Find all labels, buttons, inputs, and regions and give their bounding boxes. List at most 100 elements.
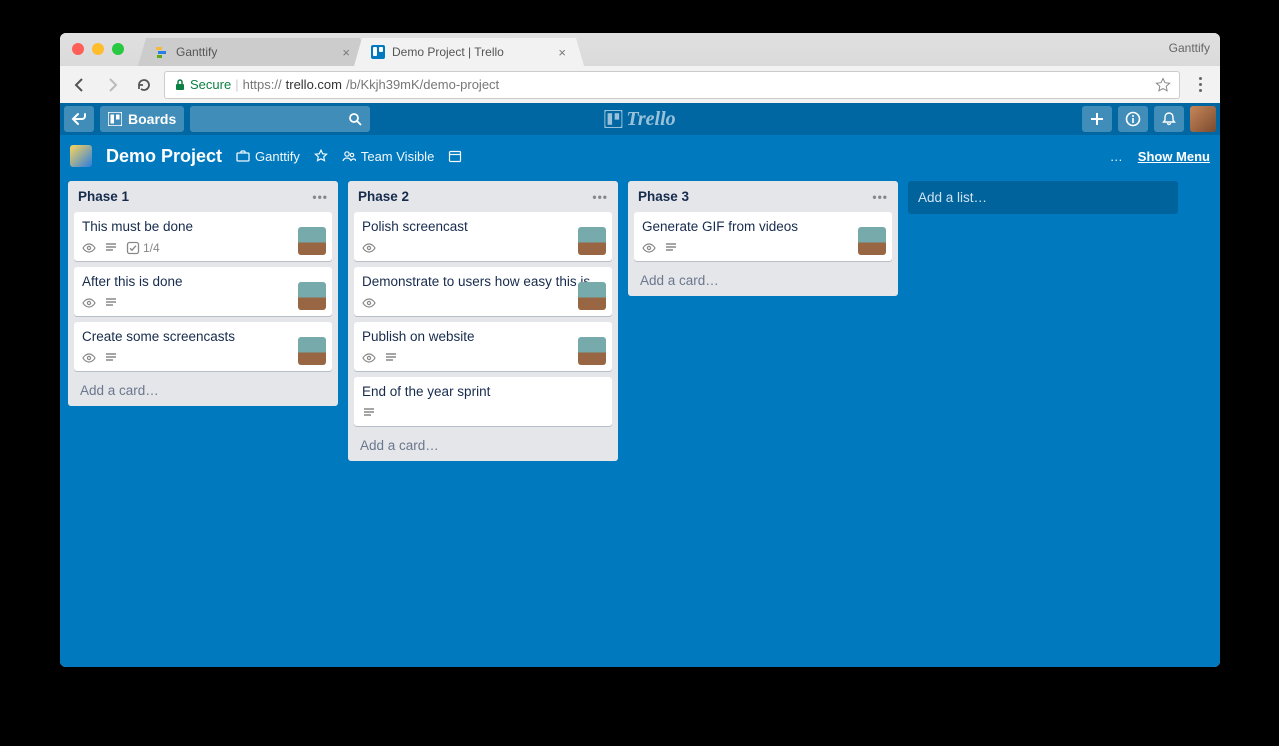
add-card-button[interactable]: Add a card… <box>634 267 892 290</box>
list-menu-button[interactable]: ••• <box>592 190 608 204</box>
account-avatar[interactable] <box>1190 106 1216 132</box>
people-icon <box>342 149 356 163</box>
description-icon <box>104 296 118 310</box>
url-path: /b/Kkjh39mK/demo-project <box>346 77 499 92</box>
board-title[interactable]: Demo Project <box>106 146 222 167</box>
card-title: Generate GIF from videos <box>642 219 884 234</box>
trello-logo-icon <box>604 110 622 128</box>
list: Phase 1••• This must be done1/4 After this… <box>68 181 338 406</box>
secure-text: Secure <box>190 77 231 92</box>
window-minimize-button[interactable] <box>92 43 104 55</box>
toolbar: Secure | https://trello.com/b/Kkjh39mK/d… <box>60 66 1220 103</box>
card[interactable]: This must be done1/4 <box>74 212 332 261</box>
add-card-button[interactable]: Add a card… <box>74 377 332 400</box>
card[interactable]: Generate GIF from videos <box>634 212 892 261</box>
show-menu-button[interactable]: Show Menu <box>1138 149 1210 164</box>
member-avatar[interactable] <box>578 282 606 310</box>
briefcase-icon <box>236 149 250 163</box>
profile-label[interactable]: Ganttify <box>1169 41 1210 55</box>
visibility-label: Team Visible <box>361 149 434 164</box>
window-maximize-button[interactable] <box>112 43 124 55</box>
team-button[interactable]: Ganttify <box>236 149 300 164</box>
watch-icon <box>362 296 376 310</box>
bell-icon <box>1161 111 1177 127</box>
url-host: trello.com <box>286 77 342 92</box>
watch-icon <box>362 241 376 255</box>
reload-button[interactable] <box>132 73 156 97</box>
back-to-home-button[interactable] <box>64 106 94 132</box>
notifications-button[interactable] <box>1154 106 1184 132</box>
tab-ganttify[interactable]: Ganttify × <box>138 38 368 66</box>
list: Phase 2 ••• Polish screencast Demonstrate t… <box>348 181 618 461</box>
trello-favicon-icon <box>370 44 386 60</box>
description-icon <box>104 351 118 365</box>
create-button[interactable] <box>1082 106 1112 132</box>
trello-logo-text: Trello <box>626 108 675 131</box>
close-tab-icon[interactable]: × <box>342 45 350 60</box>
list-title: Phase 3 <box>638 189 689 204</box>
description-icon <box>362 406 376 420</box>
list-header[interactable]: Phase 1••• <box>74 187 332 206</box>
address-bar[interactable]: Secure | https://trello.com/b/Kkjh39mK/d… <box>164 71 1180 99</box>
window-close-button[interactable] <box>72 43 84 55</box>
menu-dots-icon: … <box>1110 149 1124 164</box>
boards-button[interactable]: Boards <box>100 106 184 132</box>
checklist-badge: 1/4 <box>126 241 160 255</box>
tab-title: Ganttify <box>176 45 217 59</box>
trello-logo[interactable]: Trello <box>604 108 675 131</box>
bookmark-star-icon[interactable] <box>1155 77 1171 93</box>
browser-menu-button[interactable] <box>1188 77 1212 92</box>
trello-app: Boards Trello Demo Project <box>60 103 1220 667</box>
list-menu-button[interactable]: ••• <box>872 190 888 204</box>
watch-icon <box>82 296 96 310</box>
close-tab-icon[interactable]: × <box>558 45 566 60</box>
list: Phase 3 ••• Generate GIF from videos Add a … <box>628 181 898 296</box>
member-avatar[interactable] <box>578 227 606 255</box>
member-avatar[interactable] <box>578 337 606 365</box>
secure-badge: Secure <box>173 77 231 92</box>
boards-label: Boards <box>128 111 176 127</box>
member-avatar[interactable] <box>858 227 886 255</box>
card-title: After this is done <box>82 274 324 289</box>
tab-trello[interactable]: Demo Project | Trello × <box>354 38 584 66</box>
list-menu-button[interactable]: ••• <box>312 190 328 204</box>
member-avatar[interactable] <box>298 337 326 365</box>
star-button[interactable] <box>314 149 328 163</box>
list-title: Phase 2 <box>358 189 409 204</box>
member-avatar[interactable] <box>298 282 326 310</box>
search-input[interactable] <box>190 106 370 132</box>
list-header[interactable]: Phase 2 ••• <box>354 187 612 206</box>
card[interactable]: After this is done <box>74 267 332 316</box>
browser-chrome: Ganttify × Demo Project | Trello × Gantt… <box>60 33 1220 103</box>
add-list-button[interactable]: Add a list… <box>908 181 1178 214</box>
card[interactable]: End of the year sprint <box>354 377 612 426</box>
back-button[interactable] <box>68 73 92 97</box>
forward-button[interactable] <box>100 73 124 97</box>
browser-window: Ganttify × Demo Project | Trello × Gantt… <box>60 33 1220 667</box>
team-label: Ganttify <box>255 149 300 164</box>
board-header: Demo Project Ganttify Team Visible … Sho… <box>60 135 1220 177</box>
watch-icon <box>82 351 96 365</box>
description-icon <box>384 351 398 365</box>
board-logo-icon <box>70 145 92 167</box>
url-prefix: https:// <box>243 77 282 92</box>
list-header[interactable]: Phase 3 ••• <box>634 187 892 206</box>
card[interactable]: Demonstrate to users how easy this is <box>354 267 612 316</box>
ganttify-favicon-icon <box>154 44 170 60</box>
description-icon <box>664 241 678 255</box>
board-canvas[interactable]: Phase 1••• This must be done1/4 After this… <box>60 177 1220 667</box>
info-button[interactable] <box>1118 106 1148 132</box>
member-avatar[interactable] <box>298 227 326 255</box>
card[interactable]: Polish screencast <box>354 212 612 261</box>
add-card-button[interactable]: Add a card… <box>354 432 612 455</box>
description-icon <box>104 241 118 255</box>
card-title: Demonstrate to users how easy this is <box>362 274 604 289</box>
card[interactable]: Create some screencasts <box>74 322 332 371</box>
watch-icon <box>642 241 656 255</box>
watch-icon <box>362 351 376 365</box>
visibility-button[interactable]: Team Visible <box>342 149 434 164</box>
lock-icon <box>173 78 187 92</box>
calendar-button[interactable] <box>448 149 462 163</box>
card-title: End of the year sprint <box>362 384 604 399</box>
card[interactable]: Publish on website <box>354 322 612 371</box>
